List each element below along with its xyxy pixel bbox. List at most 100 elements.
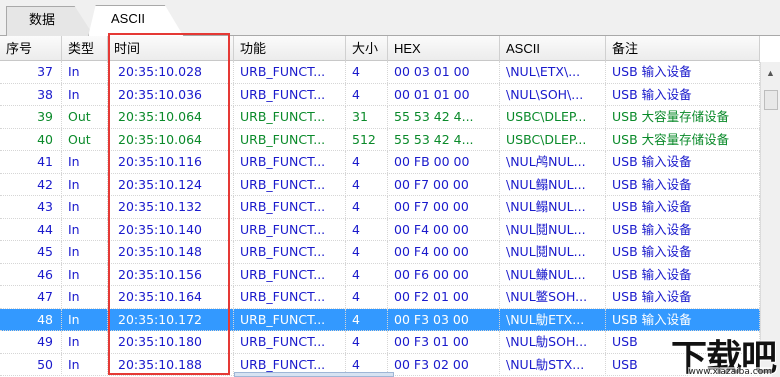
column-header-ascii[interactable]: ASCII: [500, 36, 606, 61]
table-row[interactable]: 48 In 20:35:10.172 URB_FUNCT... 4 00 F3 03 00…: [0, 308, 760, 331]
row-size: 4: [346, 151, 388, 173]
column-header-index[interactable]: 序号: [0, 36, 62, 61]
row-note: USB 大容量存储设备: [606, 128, 760, 151]
tab-ascii[interactable]: ASCII: [88, 5, 184, 37]
table-row[interactable]: 38 In 20:35:10.036 URB_FUNCT... 4 00 01 01 00…: [0, 83, 760, 106]
row-ascii: \NUL鳎NUL...: [500, 196, 606, 218]
tab-bar: 数据 ASCII: [0, 0, 780, 37]
column-header-hex[interactable]: HEX: [388, 36, 500, 61]
row-function: URB_FUNCT...: [234, 128, 346, 151]
row-hex: 55 53 42 4...: [388, 128, 500, 151]
row-hex: 00 01 01 00: [388, 83, 500, 106]
row-function: URB_FUNCT...: [234, 106, 346, 128]
table-row[interactable]: 44 In 20:35:10.140 URB_FUNCT... 4 00 F4 00 00…: [0, 218, 760, 241]
scrollbar-thumb[interactable]: [764, 90, 778, 110]
row-size: 4: [346, 308, 388, 331]
row-function: URB_FUNCT...: [234, 61, 346, 83]
row-ascii: USBC\DLEP...: [500, 106, 606, 128]
table-row[interactable]: 40 Out 20:35:10.064 URB_FUNCT... 512 55 53 42…: [0, 128, 760, 151]
row-note: USB 大容量存储设备: [606, 106, 760, 128]
scroll-up-arrow-icon[interactable]: ▲: [766, 68, 775, 78]
row-index: 48: [0, 308, 62, 331]
row-note: USB 输入设备: [606, 263, 760, 286]
row-index: 45: [0, 241, 62, 263]
table-row[interactable]: 42 In 20:35:10.124 URB_FUNCT... 4 00 F7 00 00…: [0, 173, 760, 196]
row-note: USB 输入设备: [606, 83, 760, 106]
row-type: In: [62, 263, 108, 286]
row-index: 40: [0, 128, 62, 151]
row-note: USB 输入设备: [606, 218, 760, 241]
column-header-size[interactable]: 大小: [346, 36, 388, 61]
row-time: 20:35:10.180: [108, 331, 234, 353]
row-time: 20:35:10.036: [108, 83, 234, 106]
row-ascii: \NUL鬩NUL...: [500, 241, 606, 263]
row-hex: 00 F2 01 00: [388, 286, 500, 308]
row-size: 4: [346, 263, 388, 286]
row-time: 20:35:10.064: [108, 106, 234, 128]
tab-data[interactable]: 数据: [6, 6, 94, 36]
row-type: In: [62, 308, 108, 331]
row-ascii: \NUL鳨SOH...: [500, 331, 606, 353]
row-size: 4: [346, 173, 388, 196]
row-type: In: [62, 61, 108, 83]
row-size: 4: [346, 83, 388, 106]
row-index: 42: [0, 173, 62, 196]
row-ascii: \NUL鬩NUL...: [500, 218, 606, 241]
row-size: 4: [346, 331, 388, 353]
row-note: USB 输入设备: [606, 286, 760, 308]
row-hex: 00 FB 00 00: [388, 151, 500, 173]
table-row[interactable]: 45 In 20:35:10.148 URB_FUNCT... 4 00 F4 00 00…: [0, 241, 760, 264]
row-function: URB_FUNCT...: [234, 263, 346, 286]
table-row[interactable]: 39 Out 20:35:10.064 URB_FUNCT... 31 55 53 42 …: [0, 106, 760, 129]
row-hex: 00 F3 03 00: [388, 308, 500, 331]
row-function: URB_FUNCT...: [234, 83, 346, 106]
row-index: 46: [0, 263, 62, 286]
row-hex: 00 F4 00 00: [388, 241, 500, 263]
row-index: 38: [0, 83, 62, 106]
row-hex: 00 F4 00 00: [388, 218, 500, 241]
table-row[interactable]: 43 In 20:35:10.132 URB_FUNCT... 4 00 F7 00 00…: [0, 196, 760, 219]
row-ascii: USBC\DLEP...: [500, 128, 606, 151]
row-time: 20:35:10.164: [108, 286, 234, 308]
row-time: 20:35:10.116: [108, 151, 234, 173]
row-size: 4: [346, 61, 388, 83]
table-header: 序号 类型 时间 功能 大小 HEX ASCII 备注: [0, 36, 760, 61]
row-function: URB_FUNCT...: [234, 196, 346, 218]
row-index: 43: [0, 196, 62, 218]
row-hex: 00 03 01 00: [388, 61, 500, 83]
row-note: USB 输入设备: [606, 241, 760, 263]
row-hex: 00 F3 02 00: [388, 353, 500, 376]
table-row[interactable]: 46 In 20:35:10.156 URB_FUNCT... 4 00 F6 00 00…: [0, 263, 760, 286]
column-header-function[interactable]: 功能: [234, 36, 346, 61]
data-table: 序号 类型 时间 功能 大小 HEX ASCII 备注 37 In 20:35:10…: [0, 36, 760, 376]
watermark: 下载吧 www.xiazaiba.com: [656, 329, 777, 377]
row-time: 20:35:10.064: [108, 128, 234, 151]
table-row[interactable]: 47 In 20:35:10.164 URB_FUNCT... 4 00 F2 01 00…: [0, 286, 760, 309]
row-size: 4: [346, 241, 388, 263]
column-header-note[interactable]: 备注: [606, 36, 760, 61]
row-time: 20:35:10.172: [108, 308, 234, 331]
watermark-url: www.xiazaiba.com: [688, 367, 772, 377]
row-note: USB 输入设备: [606, 61, 760, 83]
row-size: 512: [346, 128, 388, 151]
row-function: URB_FUNCT...: [234, 218, 346, 241]
column-header-time[interactable]: 时间: [108, 36, 234, 61]
row-type: In: [62, 331, 108, 353]
row-function: URB_FUNCT...: [234, 331, 346, 353]
row-type: In: [62, 196, 108, 218]
row-type: In: [62, 151, 108, 173]
table-row[interactable]: 49 In 20:35:10.180 URB_FUNCT... 4 00 F3 01 00…: [0, 331, 760, 354]
row-type: In: [62, 83, 108, 106]
column-header-type[interactable]: 类型: [62, 36, 108, 61]
horizontal-scrollbar[interactable]: [234, 372, 394, 377]
table-row[interactable]: 41 In 20:35:10.116 URB_FUNCT... 4 00 FB 00 00…: [0, 151, 760, 174]
row-function: URB_FUNCT...: [234, 151, 346, 173]
row-type: In: [62, 241, 108, 263]
table-body: 37 In 20:35:10.028 URB_FUNCT... 4 00 03 01 00…: [0, 61, 760, 376]
table-row[interactable]: 37 In 20:35:10.028 URB_FUNCT... 4 00 03 01 00…: [0, 61, 760, 84]
row-note: USB 输入设备: [606, 151, 760, 173]
row-hex: 00 F7 00 00: [388, 173, 500, 196]
row-index: 47: [0, 286, 62, 308]
row-type: In: [62, 353, 108, 376]
row-type: Out: [62, 106, 108, 128]
